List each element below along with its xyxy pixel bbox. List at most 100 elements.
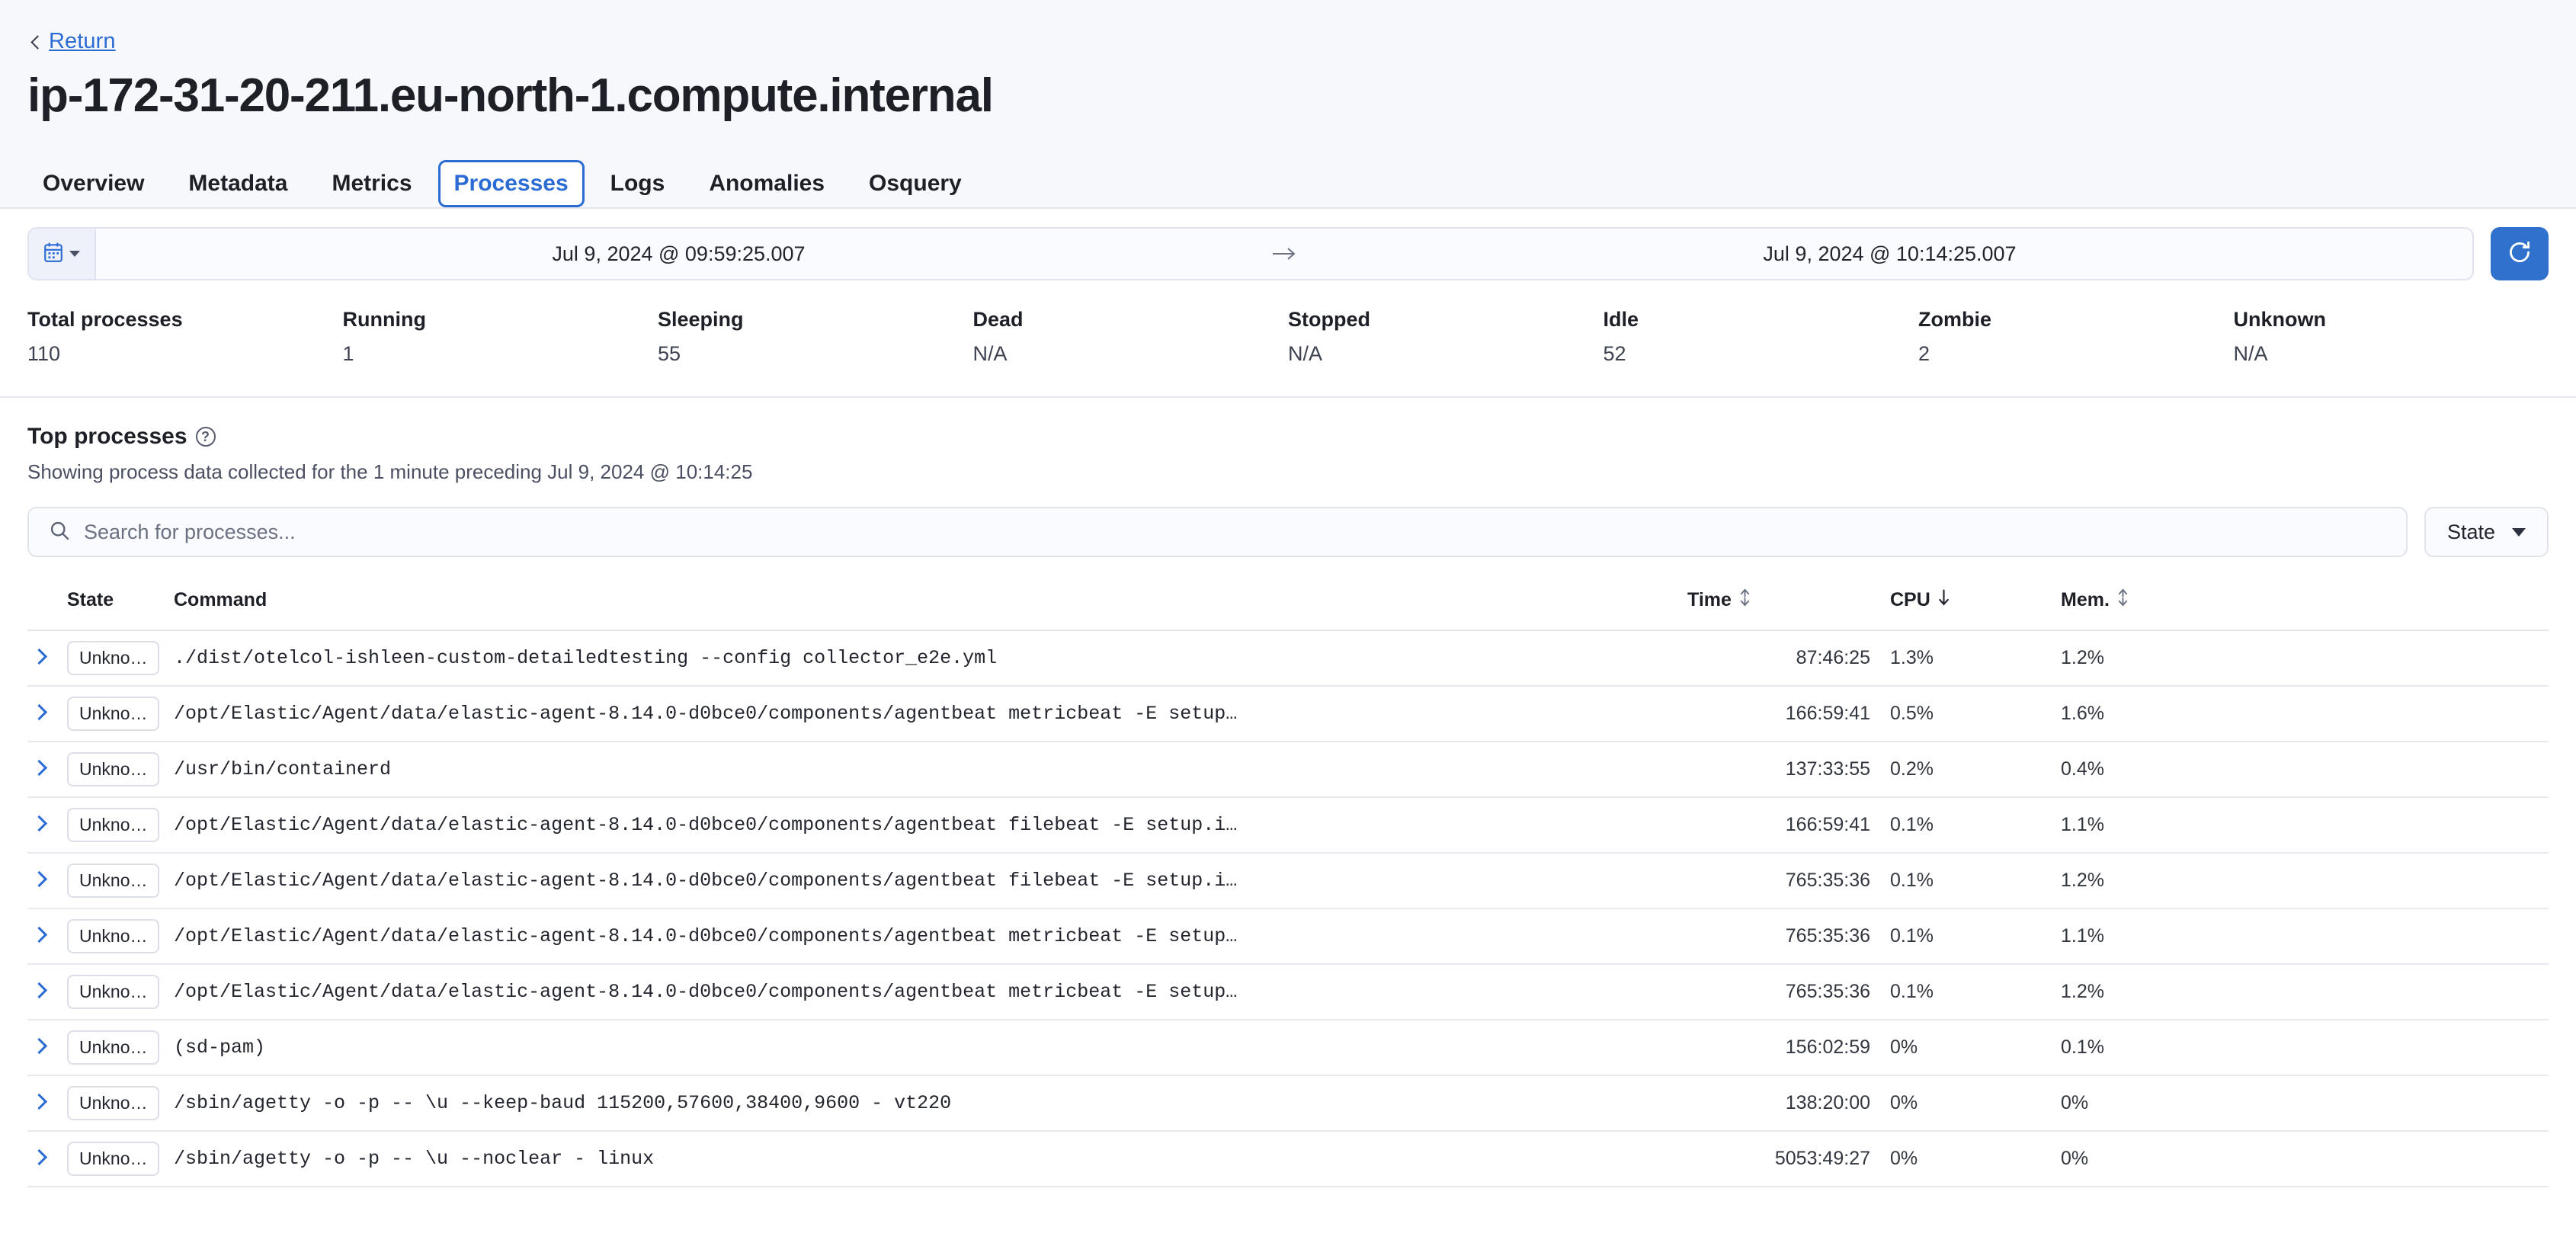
row-expand-cell[interactable] xyxy=(27,797,67,853)
sort-descending-icon xyxy=(1937,588,1950,613)
state-badge[interactable]: Unkno… xyxy=(67,919,159,953)
tab-processes[interactable]: Processes xyxy=(438,160,585,207)
table-row[interactable]: Unkno… /sbin/agetty -o -p -- \u --noclea… xyxy=(27,1131,2549,1187)
chevron-down-icon xyxy=(69,251,80,257)
table-row[interactable]: Unkno… /opt/Elastic/Agent/data/elastic-a… xyxy=(27,797,2549,853)
stat-label: Stopped xyxy=(1288,308,1604,332)
row-command-cell: /sbin/agetty -o -p -- \u --keep-baud 115… xyxy=(174,1075,1687,1131)
row-expand-cell[interactable] xyxy=(27,964,67,1020)
row-expand-cell[interactable] xyxy=(27,686,67,742)
column-cpu[interactable]: CPU xyxy=(1870,580,2061,630)
chevron-right-icon[interactable] xyxy=(32,1094,47,1109)
date-quick-select-button[interactable] xyxy=(29,229,96,279)
end-date-field[interactable]: Jul 9, 2024 @ 10:14:25.007 xyxy=(1307,229,2472,279)
chevron-right-icon[interactable] xyxy=(32,1038,47,1053)
state-badge[interactable]: Unkno… xyxy=(67,1142,159,1176)
command-text: /sbin/agetty -o -p -- \u --keep-baud 115… xyxy=(174,1092,1687,1114)
stat-stopped: Stopped N/A xyxy=(1288,308,1604,366)
return-link-row[interactable]: Return xyxy=(27,29,2549,54)
table-row[interactable]: Unkno… /opt/Elastic/Agent/data/elastic-a… xyxy=(27,964,2549,1020)
tab-metrics[interactable]: Metrics xyxy=(313,160,430,207)
chevron-right-icon[interactable] xyxy=(32,760,47,775)
command-text: (sd-pam) xyxy=(174,1036,1687,1059)
state-badge[interactable]: Unkno… xyxy=(67,1030,159,1065)
stat-idle: Idle 52 xyxy=(1604,308,1919,366)
row-expand-cell[interactable] xyxy=(27,908,67,964)
stat-label: Unknown xyxy=(2234,308,2549,332)
row-command-cell: /opt/Elastic/Agent/data/elastic-agent-8.… xyxy=(174,686,1687,742)
row-expand-cell[interactable] xyxy=(27,1075,67,1131)
process-summary-stats: Total processes 110 Running 1 Sleeping 5… xyxy=(0,280,2576,398)
row-mem-cell: 0.1% xyxy=(2061,1020,2549,1075)
tab-metadata[interactable]: Metadata xyxy=(170,160,306,207)
row-time-cell: 765:35:36 xyxy=(1687,853,1870,908)
column-time[interactable]: Time xyxy=(1687,580,1870,630)
row-expand-cell[interactable] xyxy=(27,1131,67,1187)
table-row[interactable]: Unkno… /sbin/agetty -o -p -- \u --keep-b… xyxy=(27,1075,2549,1131)
table-row[interactable]: Unkno… /opt/Elastic/Agent/data/elastic-a… xyxy=(27,908,2549,964)
state-badge[interactable]: Unkno… xyxy=(67,641,159,675)
chevron-right-icon[interactable] xyxy=(32,649,47,664)
top-processes-header: Top processes ? xyxy=(27,424,2549,450)
command-text: /sbin/agetty -o -p -- \u --noclear - lin… xyxy=(174,1148,1687,1170)
row-time-cell: 137:33:55 xyxy=(1687,742,1870,797)
row-cpu-cell: 0.1% xyxy=(1870,964,2061,1020)
row-state-cell: Unkno… xyxy=(67,1131,174,1187)
sort-both-icon xyxy=(2116,588,2129,613)
table-row[interactable]: Unkno… (sd-pam) 156:02:59 0% 0.1% xyxy=(27,1020,2549,1075)
return-link[interactable]: Return xyxy=(49,29,116,54)
search-box[interactable] xyxy=(27,507,2408,557)
row-command-cell: /sbin/agetty -o -p -- \u --noclear - lin… xyxy=(174,1131,1687,1187)
question-mark-icon[interactable]: ? xyxy=(196,427,216,447)
chevron-right-icon[interactable] xyxy=(32,815,47,831)
stat-label: Sleeping xyxy=(658,308,973,332)
state-badge[interactable]: Unkno… xyxy=(67,975,159,1009)
state-badge[interactable]: Unkno… xyxy=(67,697,159,731)
state-filter-button[interactable]: State xyxy=(2424,507,2549,557)
row-time-cell: 138:20:00 xyxy=(1687,1075,1870,1131)
column-mem[interactable]: Mem. xyxy=(2061,580,2549,630)
row-mem-cell: 1.1% xyxy=(2061,797,2549,853)
chevron-right-icon[interactable] xyxy=(32,704,47,719)
row-expand-cell[interactable] xyxy=(27,1020,67,1075)
table-header-row: State Command Time xyxy=(27,580,2549,630)
column-mem-label: Mem. xyxy=(2061,589,2110,611)
chevron-right-icon[interactable] xyxy=(32,982,47,998)
search-input[interactable] xyxy=(84,521,2386,544)
row-state-cell: Unkno… xyxy=(67,630,174,686)
state-badge[interactable]: Unkno… xyxy=(67,1086,159,1120)
state-badge[interactable]: Unkno… xyxy=(67,808,159,842)
tab-overview[interactable]: Overview xyxy=(24,160,162,207)
row-mem-cell: 0% xyxy=(2061,1075,2549,1131)
row-expand-cell[interactable] xyxy=(27,742,67,797)
command-text: /opt/Elastic/Agent/data/elastic-agent-8.… xyxy=(174,981,1687,1003)
column-command-label: Command xyxy=(174,589,267,611)
row-expand-cell[interactable] xyxy=(27,853,67,908)
table-row[interactable]: Unkno… ./dist/otelcol-ishleen-custom-det… xyxy=(27,630,2549,686)
row-mem-cell: 1.2% xyxy=(2061,853,2549,908)
start-date-field[interactable]: Jul 9, 2024 @ 09:59:25.007 xyxy=(96,229,1261,279)
calendar-icon xyxy=(43,242,63,267)
tab-anomalies[interactable]: Anomalies xyxy=(690,160,843,207)
tab-osquery[interactable]: Osquery xyxy=(851,160,980,207)
row-mem-cell: 0.4% xyxy=(2061,742,2549,797)
chevron-right-icon[interactable] xyxy=(32,927,47,942)
page-header: Return ip-172-31-20-211.eu-north-1.compu… xyxy=(0,0,2576,209)
state-badge[interactable]: Unkno… xyxy=(67,752,159,786)
stat-value: 2 xyxy=(1918,342,2234,366)
stat-label: Dead xyxy=(973,308,1289,332)
column-command: Command xyxy=(174,580,1687,630)
row-cpu-cell: 0% xyxy=(1870,1131,2061,1187)
refresh-icon xyxy=(2506,239,2533,270)
search-icon xyxy=(49,520,70,545)
row-time-cell: 5053:49:27 xyxy=(1687,1131,1870,1187)
chevron-right-icon[interactable] xyxy=(32,1149,47,1164)
table-row[interactable]: Unkno… /usr/bin/containerd 137:33:55 0.2… xyxy=(27,742,2549,797)
chevron-right-icon[interactable] xyxy=(32,871,47,886)
refresh-button[interactable] xyxy=(2491,227,2549,280)
table-row[interactable]: Unkno… /opt/Elastic/Agent/data/elastic-a… xyxy=(27,686,2549,742)
state-badge[interactable]: Unkno… xyxy=(67,863,159,898)
tab-logs[interactable]: Logs xyxy=(592,160,684,207)
table-row[interactable]: Unkno… /opt/Elastic/Agent/data/elastic-a… xyxy=(27,853,2549,908)
row-expand-cell[interactable] xyxy=(27,630,67,686)
